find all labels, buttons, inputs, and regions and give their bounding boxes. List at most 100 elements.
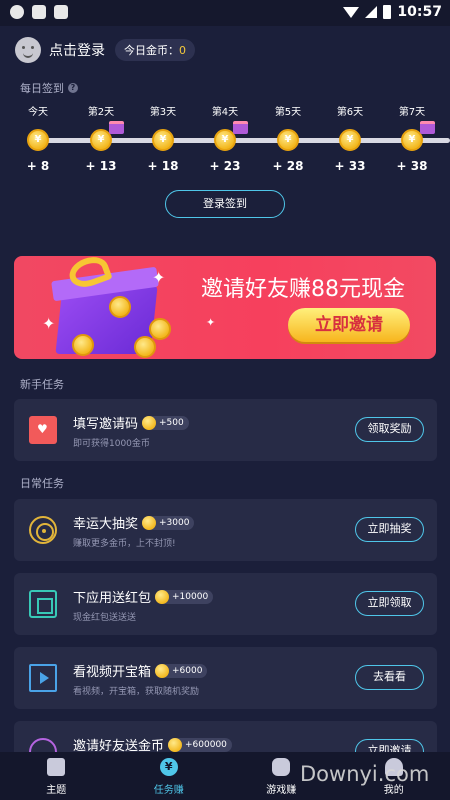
status-icons-right: 10:57	[343, 4, 442, 20]
daily-section-title: 日常任务	[20, 477, 64, 490]
sparkle-icon: ✦	[206, 316, 216, 329]
status-bar: 10:57	[0, 0, 450, 26]
coin-icon	[72, 334, 94, 356]
tab-task-earn[interactable]: ¥ 任务赚	[113, 752, 226, 800]
claim-now-button[interactable]: 立即领取	[355, 591, 424, 616]
draw-now-button[interactable]: 立即抽奖	[355, 517, 424, 542]
app-download-icon	[29, 590, 57, 618]
task-description: 现金红包送送送	[73, 613, 137, 623]
video-icon	[29, 664, 57, 692]
day-reward: + 38	[396, 159, 428, 173]
go-watch-button[interactable]: 去看看	[355, 665, 424, 690]
banner-title: 邀请好友赚88元现金	[201, 277, 405, 302]
app-notification-icon	[10, 5, 24, 19]
reward-badge: +500	[142, 415, 189, 430]
day-label: 第3天	[149, 107, 177, 118]
watermark: Downyi.com	[300, 762, 430, 786]
status-time: 10:57	[397, 4, 442, 20]
task-title-text: 填写邀请码	[73, 417, 139, 432]
task-title-text: 幸运大抽奖	[73, 517, 139, 532]
tab-label: 主题	[46, 785, 67, 796]
task-description: 即可获得1000金币	[73, 439, 150, 449]
day-label: 第7天	[398, 107, 426, 118]
coin-icon: ¥	[277, 129, 299, 151]
today-coins-badge: 今日金币：0	[115, 39, 195, 61]
checkin-title-text: 每日签到	[20, 82, 64, 95]
day-reward: + 28	[272, 159, 304, 173]
lock-icon	[32, 5, 46, 19]
coin-icon	[149, 318, 171, 340]
claim-reward-button[interactable]: 领取奖励	[355, 417, 424, 442]
newbie-section-title: 新手任务	[20, 378, 64, 391]
task-card-lucky-draw: 幸运大抽奖 +3000 赚取更多金币，上不封顶! 立即抽奖	[14, 499, 437, 561]
coin-icon	[155, 663, 170, 678]
yuan-icon: ¥	[159, 758, 178, 776]
day-reward: + 13	[85, 159, 117, 173]
task-card-invite-code: 填写邀请码 +500 即可获得1000金币 领取奖励	[14, 399, 437, 461]
sparkle-icon: ✦	[152, 268, 166, 287]
reward-badge: +3000	[142, 515, 195, 530]
reward-badge: +6000	[155, 663, 208, 678]
tab-label: 任务赚	[153, 785, 184, 796]
checkin-day-4: 第4天 ¥ + 23	[200, 103, 250, 173]
reward-value: +600000	[185, 739, 227, 750]
day-reward: + 8	[26, 159, 50, 173]
coin-icon	[109, 296, 131, 318]
day-label: 第4天	[211, 107, 239, 118]
task-title: 下应用送红包 +10000	[73, 587, 214, 606]
lucky-wheel-icon	[29, 516, 57, 544]
user-header[interactable]: 点击登录 今日金币：0	[15, 37, 195, 63]
task-title: 填写邀请码 +500	[73, 413, 189, 432]
signal-icon	[365, 6, 378, 18]
coin-icon: ¥	[339, 129, 361, 151]
login-link[interactable]: 点击登录	[49, 40, 105, 60]
reward-value: +10000	[172, 591, 209, 602]
invite-banner[interactable]: ✦ ✦ ✦ 邀请好友赚88元现金 立即邀请	[14, 256, 436, 359]
invite-now-button[interactable]: 立即邀请	[288, 308, 410, 342]
day-label: 今天	[28, 107, 48, 118]
coin-icon: ¥	[401, 121, 435, 151]
task-title: 幸运大抽奖 +3000	[73, 513, 195, 532]
task-title-text: 看视频开宝箱	[73, 665, 152, 680]
coin-icon: ¥	[90, 121, 124, 151]
coin-icon	[142, 415, 157, 430]
task-title: 看视频开宝箱 +6000	[73, 661, 208, 680]
login-checkin-button[interactable]: 登录签到	[165, 190, 285, 218]
coin-icon	[155, 589, 170, 604]
checkin-day-6: 第6天 ¥ + 33	[325, 103, 375, 173]
coin-icon: ¥	[214, 121, 248, 151]
reward-value: +6000	[172, 665, 203, 676]
shirt-icon	[47, 758, 66, 776]
tab-theme[interactable]: 主题	[0, 752, 113, 800]
day-label: 第5天	[274, 107, 302, 118]
task-card-video-chest: 看视频开宝箱 +6000 看视频，开宝箱，获取随机奖励 去看看	[14, 647, 437, 709]
avatar[interactable]	[15, 37, 41, 63]
today-coins-value: 0	[179, 44, 186, 57]
checkin-day-1: 今天 ¥ + 8	[13, 103, 63, 173]
checkin-day-7: 第7天 ¥ + 38	[387, 103, 437, 173]
task-description: 看视频，开宝箱，获取随机奖励	[73, 687, 200, 697]
coin-icon: ¥	[152, 129, 174, 151]
reward-value: +500	[159, 417, 184, 428]
day-reward: + 18	[147, 159, 179, 173]
gamepad-icon	[272, 758, 291, 776]
coin-icon	[142, 515, 157, 530]
gift-icon	[109, 121, 124, 134]
gift-icon	[420, 121, 435, 134]
day-reward: + 33	[334, 159, 366, 173]
help-icon[interactable]: ?	[68, 83, 78, 93]
day-label: 第6天	[336, 107, 364, 118]
coin-icon: ¥	[27, 129, 49, 151]
battery-icon	[383, 5, 392, 19]
checkin-title: 每日签到 ?	[20, 80, 78, 96]
task-description: 赚取更多金币，上不封顶!	[73, 539, 176, 549]
sparkle-icon: ✦	[42, 314, 56, 333]
checkin-day-2: 第2天 ¥ + 13	[76, 103, 126, 173]
task-title-text: 下应用送红包	[73, 591, 152, 606]
invite-code-icon	[29, 416, 57, 444]
reward-value: +3000	[159, 517, 190, 528]
day-reward: + 23	[209, 159, 241, 173]
gift-icon	[233, 121, 248, 134]
today-coins-label: 今日金币：	[124, 44, 179, 57]
day-label: 第2天	[87, 107, 115, 118]
